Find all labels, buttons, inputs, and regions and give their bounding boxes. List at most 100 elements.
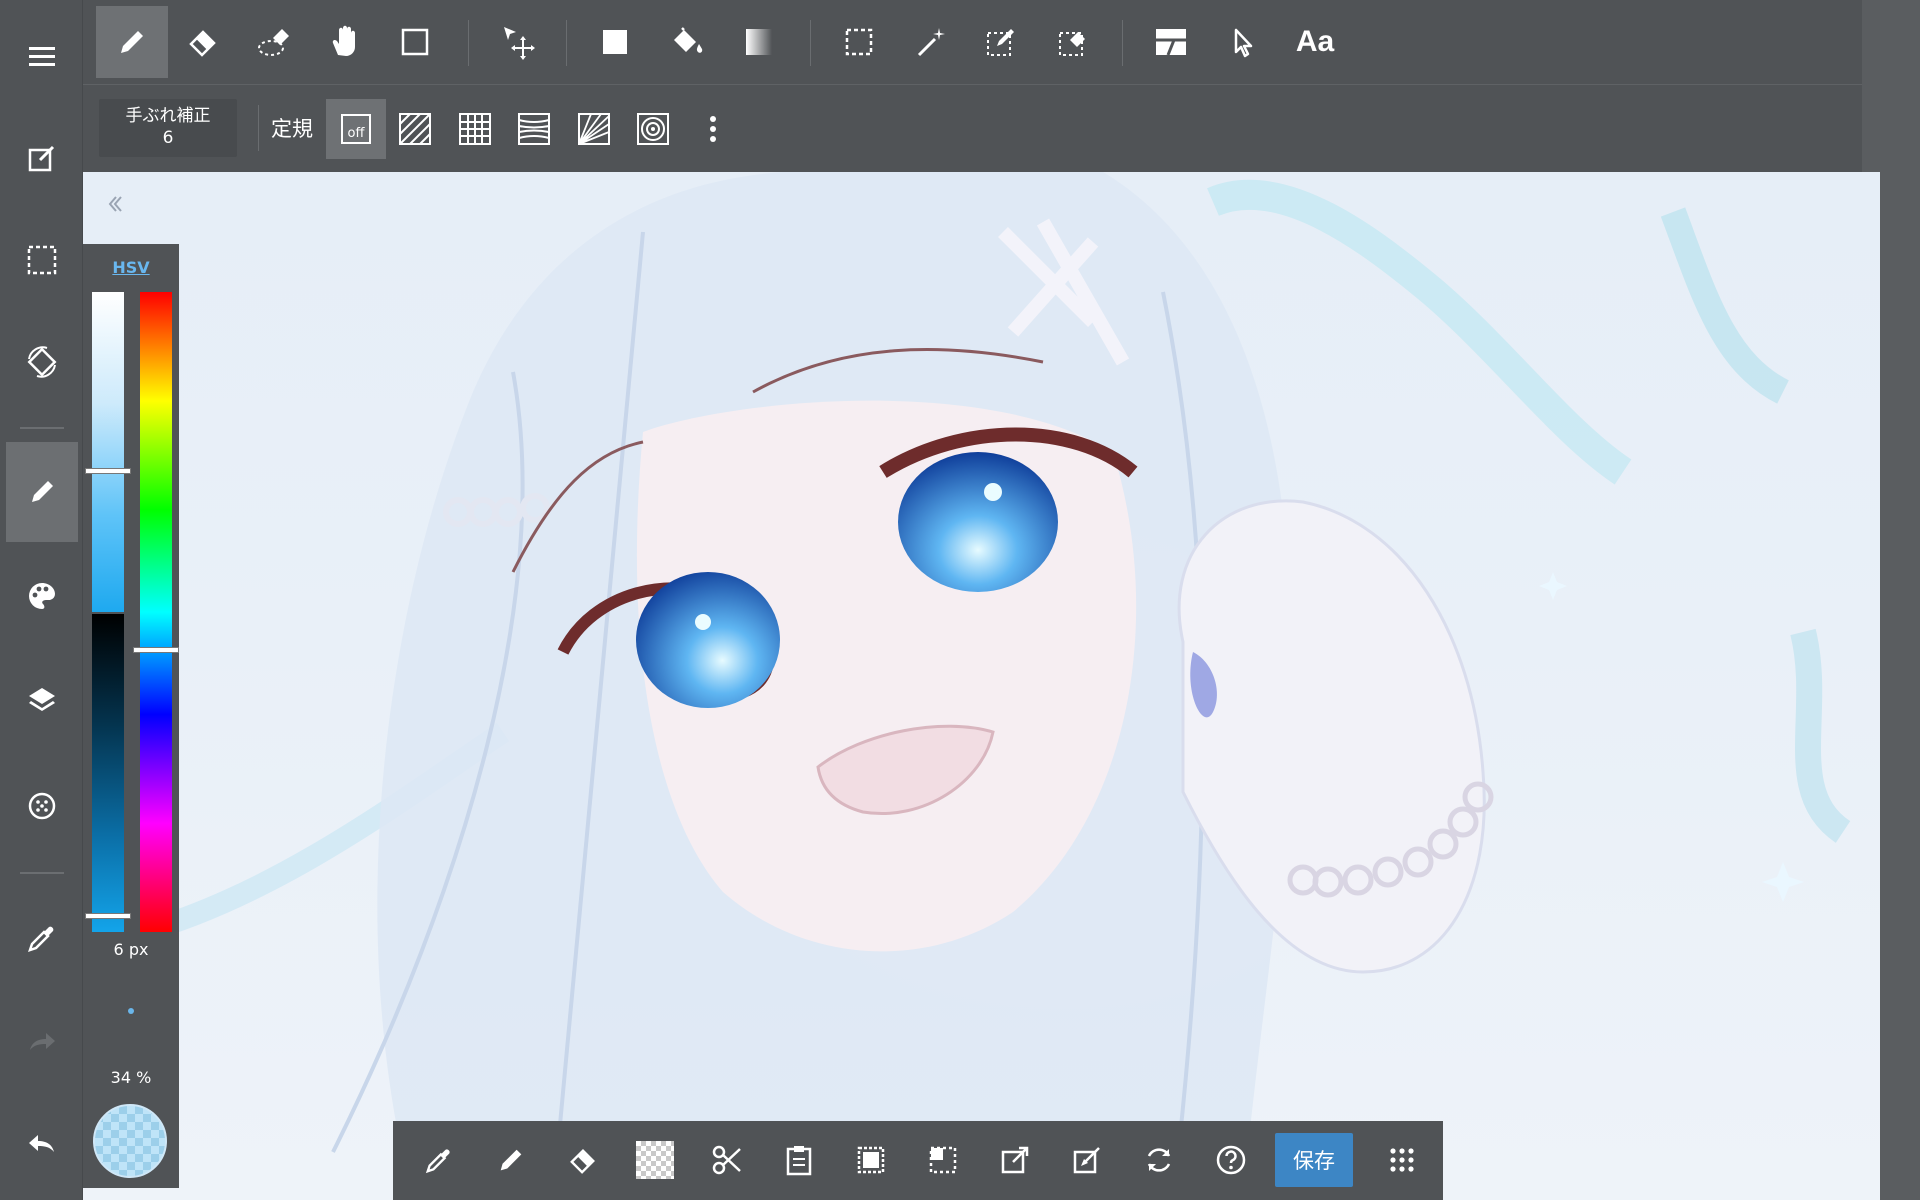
perspective-ruler-button[interactable] — [504, 99, 564, 159]
stabilizer-control[interactable]: 手ぶれ補正 6 — [99, 99, 237, 157]
save-button[interactable]: 保存 — [1275, 1133, 1353, 1187]
export-alt-button[interactable] — [1056, 1129, 1118, 1191]
left-sidebar — [0, 0, 83, 1200]
stabilizer-label: 手ぶれ補正 — [125, 106, 211, 126]
material-button[interactable] — [6, 756, 78, 856]
ruler-off-icon: off — [341, 114, 371, 144]
more-options-button[interactable] — [683, 99, 743, 159]
select-pen-icon — [987, 29, 1014, 56]
value-slider-track[interactable] — [92, 292, 124, 612]
grid-ruler-icon — [459, 113, 491, 145]
sidebar-divider — [20, 427, 64, 429]
color-mode-link[interactable]: HSV — [83, 258, 179, 277]
stabilizer-value: 6 — [162, 128, 174, 148]
shape-tool-button[interactable] — [379, 6, 451, 78]
grid-ruler-button[interactable] — [445, 99, 505, 159]
select-tool-button[interactable] — [823, 6, 895, 78]
top-toolbar: Aa — [83, 0, 1920, 85]
export-icon — [1001, 1146, 1029, 1174]
refresh-button[interactable] — [1128, 1129, 1190, 1191]
pen-button[interactable] — [480, 1129, 542, 1191]
bucket-icon — [674, 27, 703, 53]
parallel-ruler-button[interactable] — [385, 99, 445, 159]
undo-button[interactable] — [6, 1094, 78, 1194]
select-all-icon — [857, 1146, 885, 1174]
text-tool-label: Aa — [1295, 25, 1335, 58]
opacity-label[interactable]: 34 % — [83, 1068, 179, 1087]
value-slider-handle[interactable] — [86, 469, 130, 474]
concentric-ruler-button[interactable] — [623, 99, 683, 159]
blur-eraser-tool-button[interactable] — [239, 6, 311, 78]
material-icon — [28, 792, 56, 820]
bucket-tool-button[interactable] — [651, 6, 723, 78]
drawing-canvas[interactable] — [83, 172, 1880, 1200]
transparent-icon — [636, 1141, 674, 1179]
edit-icon — [28, 145, 55, 172]
hand-tool-button[interactable] — [309, 6, 381, 78]
rotate-button[interactable] — [6, 312, 78, 412]
pen-tool-button[interactable] — [96, 6, 168, 78]
selection-icon — [27, 245, 57, 275]
fill-tool-button[interactable] — [579, 6, 651, 78]
brush-size-label[interactable]: 6 px — [83, 940, 179, 959]
redo-icon — [30, 1033, 55, 1050]
export-button[interactable] — [984, 1129, 1046, 1191]
pointer-icon — [1234, 28, 1253, 58]
select-all-button[interactable] — [840, 1129, 902, 1191]
hue-slider-handle[interactable] — [134, 648, 178, 653]
toolbar-divider — [566, 20, 567, 66]
transparent-color-button[interactable] — [624, 1129, 686, 1191]
export-alt-icon — [1073, 1147, 1100, 1174]
eyedropper-icon — [425, 1149, 450, 1174]
toolbar-divider — [468, 20, 469, 66]
brush-icon — [32, 481, 53, 502]
deselect-icon — [929, 1146, 957, 1174]
selection-button[interactable] — [6, 210, 78, 310]
concentric-ruler-icon — [637, 113, 669, 145]
grid-menu-button[interactable] — [1371, 1129, 1433, 1191]
pointer-tool-button[interactable] — [1207, 6, 1279, 78]
eyedropper-button[interactable] — [6, 888, 78, 988]
layers-button[interactable] — [6, 650, 78, 750]
ruler-off-button[interactable]: off — [326, 99, 386, 159]
cut-button[interactable] — [696, 1129, 758, 1191]
eraser-tool-button[interactable] — [167, 6, 239, 78]
toolbar-divider — [258, 105, 259, 151]
pen-icon — [500, 1149, 522, 1171]
palette-icon — [29, 583, 56, 609]
frame-divider-tool-button[interactable] — [1135, 6, 1207, 78]
shape-icon — [401, 28, 429, 56]
move-tool-button[interactable] — [483, 6, 555, 78]
sub-toolbar: 手ぶれ補正 6 定規 off — [83, 85, 1920, 172]
eraser-button[interactable] — [552, 1129, 614, 1191]
gradient-tool-button[interactable] — [723, 6, 795, 78]
brush-size-preview — [128, 1008, 134, 1014]
redo-button[interactable] — [6, 992, 78, 1092]
ruler-off-label: off — [347, 126, 365, 141]
select-pen-tool-button[interactable] — [965, 6, 1037, 78]
collapse-panel-icon[interactable] — [107, 194, 123, 214]
more-vertical-icon — [710, 116, 716, 142]
palette-button[interactable] — [6, 546, 78, 646]
hue-slider-track[interactable] — [140, 292, 172, 932]
value-slider-track-dark[interactable] — [92, 614, 124, 932]
select-eraser-tool-button[interactable] — [1037, 6, 1109, 78]
eraser-icon — [570, 1148, 595, 1174]
magic-wand-tool-button[interactable] — [895, 6, 967, 78]
menu-button[interactable] — [6, 6, 78, 106]
current-color-swatch[interactable] — [93, 1104, 167, 1178]
parallel-ruler-icon — [399, 113, 431, 145]
brush-button[interactable] — [6, 442, 78, 542]
frame-divider-icon — [1156, 29, 1186, 56]
eyedropper-button[interactable] — [408, 1129, 470, 1191]
radial-ruler-button[interactable] — [564, 99, 624, 159]
deselect-button[interactable] — [912, 1129, 974, 1191]
select-eraser-icon — [1059, 32, 1085, 56]
value-slider-handle-bottom[interactable] — [86, 914, 130, 918]
help-button[interactable] — [1200, 1129, 1262, 1191]
text-tool-button[interactable]: Aa — [1279, 6, 1351, 78]
eraser-icon — [189, 30, 216, 57]
layers-icon — [29, 688, 55, 711]
edit-button[interactable] — [6, 108, 78, 208]
paste-button[interactable] — [768, 1129, 830, 1191]
